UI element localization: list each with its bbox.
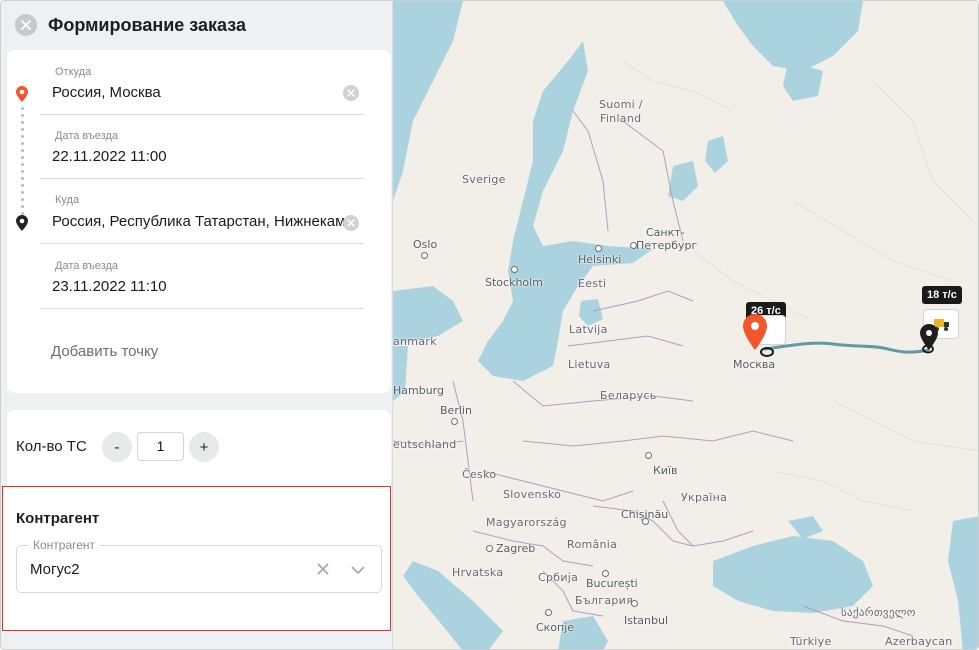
map-label-romania: România <box>567 538 618 551</box>
map-label-suomi: Suomi / <box>599 98 643 111</box>
city-dot <box>630 242 637 249</box>
destination-pin-icon <box>16 215 28 231</box>
from-label: Откуда <box>55 66 92 78</box>
from-date-label: Дата въезда <box>55 130 118 142</box>
vehicle-count-card: Кол-во ТС - 1 + <box>7 410 391 490</box>
contractor-section: Контрагент Контрагент Могус2 <box>2 486 391 631</box>
clear-icon[interactable] <box>315 561 331 577</box>
map-label-zagreb: Zagreb <box>496 542 536 555</box>
order-panel: Формирование заказа Откуда Россия, Москв… <box>1 1 393 649</box>
contractor-select[interactable]: Контрагент Могус2 <box>16 538 382 593</box>
map-label-oslo: Oslo <box>413 238 438 251</box>
contractor-field-label: Контрагент <box>29 538 100 552</box>
map-label-srbija: Србија <box>538 571 579 584</box>
city-dot <box>545 609 552 616</box>
map-base <box>393 1 978 649</box>
map-label-berlin: Berlin <box>440 404 472 417</box>
contractor-title: Контрагент <box>16 510 100 527</box>
add-point-button[interactable]: Добавить точку <box>51 343 158 360</box>
from-value[interactable]: Россия, Москва <box>52 84 332 101</box>
map-label-istanbul: Istanbul <box>624 614 669 627</box>
clear-icon <box>347 219 355 227</box>
map-label-latvija: Latvija <box>569 323 608 336</box>
map-label-kyiv: Київ <box>653 464 678 477</box>
panel-header: Формирование заказа <box>1 1 393 49</box>
close-icon <box>21 20 31 30</box>
city-dot <box>602 570 609 577</box>
map-label-deutschland: eutschland <box>393 438 457 451</box>
to-date-label: Дата въезда <box>55 260 118 272</box>
nizhnekamsk-marker-ring-icon <box>922 344 934 354</box>
map-label-magyarorszag: Magyarország <box>486 516 567 529</box>
map-label-bucuresti: București <box>586 577 638 590</box>
map-label-helsinki: Helsinki <box>578 253 622 266</box>
vehicle-count-label: Кол-во ТС <box>16 438 87 455</box>
from-date-value[interactable]: 22.11.2022 11:00 <box>52 148 167 165</box>
city-dot <box>642 518 649 525</box>
to-label: Куда <box>55 194 80 206</box>
moscow-marker-ring-icon <box>760 347 774 357</box>
map-label-turkiye: Türkiye <box>790 635 832 648</box>
vehicle-count-input[interactable]: 1 <box>137 432 184 461</box>
origin-pin-icon <box>16 86 28 102</box>
to-clear-button[interactable] <box>343 215 359 231</box>
decrement-button[interactable]: - <box>102 432 132 462</box>
city-dot <box>511 266 518 273</box>
map-label-lietuva: Lietuva <box>568 358 611 371</box>
map-label-spb-2: Петербург <box>636 239 698 252</box>
map-label-hamburg: Hamburg <box>393 384 444 397</box>
vehicle-count-badge-nizhnekamsk[interactable]: 18 т/с <box>922 286 962 304</box>
city-dot <box>645 452 652 459</box>
to-date-value[interactable]: 23.11.2022 11:10 <box>52 278 167 295</box>
city-dot <box>421 252 428 259</box>
map-label-ukraina: Україна <box>681 491 728 504</box>
map-label-moskva: Москва <box>733 358 776 371</box>
from-field[interactable]: Откуда Россия, Москва <box>40 50 364 115</box>
close-button[interactable] <box>15 14 37 36</box>
map-label-hrvatska: Hrvatska <box>452 566 504 579</box>
map-view[interactable]: Suomi / Finland Sverige Санкт- Петербург… <box>393 1 978 649</box>
map-label-eesti: Eesti <box>578 277 607 290</box>
map-label-bulgaria: България <box>575 594 634 607</box>
clear-icon <box>347 89 355 97</box>
contractor-value: Могус2 <box>30 561 80 578</box>
map-label-danmark: anmark <box>393 335 437 348</box>
to-date-field[interactable]: Дата въезда 23.11.2022 11:10 <box>40 244 364 309</box>
map-label-georgia: საქართველო <box>841 606 916 619</box>
city-dot <box>595 245 602 252</box>
city-dot <box>451 418 458 425</box>
map-label-belarus: Беларусь <box>600 389 657 402</box>
map-label-cesko: Česko <box>462 468 497 481</box>
map-label-finland: Finland <box>600 112 642 125</box>
route-card: Откуда Россия, Москва Дата въезда 22.11.… <box>7 50 391 393</box>
from-date-field[interactable]: Дата въезда 22.11.2022 11:00 <box>40 115 364 179</box>
map-label-slovensko: Slovensko <box>503 488 562 501</box>
app-window: Формирование заказа Откуда Россия, Москв… <box>0 0 979 650</box>
map-label-stockholm: Stockholm <box>485 276 543 289</box>
increment-button[interactable]: + <box>189 432 219 462</box>
from-clear-button[interactable] <box>343 85 359 101</box>
map-label-skopje: Скопје <box>536 621 575 634</box>
page-title: Формирование заказа <box>48 15 246 35</box>
map-label-sverige: Sverige <box>462 173 506 186</box>
city-dot <box>486 545 493 552</box>
chevron-down-icon[interactable] <box>350 562 366 578</box>
city-dot <box>631 600 638 607</box>
to-value[interactable]: Россия, Республика Татарстан, Нижнекамск <box>52 213 344 230</box>
to-field[interactable]: Куда Россия, Республика Татарстан, Нижне… <box>40 179 364 244</box>
map-label-spb-1: Санкт- <box>646 226 685 239</box>
map-label-azerbaycan: Azerbaycan <box>885 635 953 648</box>
